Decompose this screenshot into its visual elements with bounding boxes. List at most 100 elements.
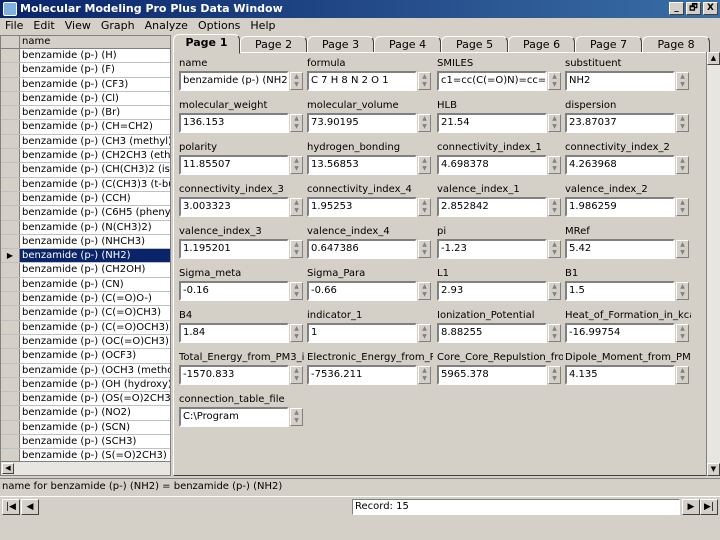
menu-help[interactable]: Help xyxy=(245,18,280,34)
dispersion-field[interactable]: 23.87037 xyxy=(565,113,675,133)
spin-down-icon[interactable]: ▼ xyxy=(677,165,688,173)
close-button[interactable]: X xyxy=(703,2,718,15)
connectivity-index-3-spinner[interactable]: ▲ ▼ xyxy=(290,198,303,216)
valence-index-1-field[interactable]: 2.852842 xyxy=(437,197,547,217)
spin-up-icon[interactable]: ▲ xyxy=(419,199,430,207)
spin-up-icon[interactable]: ▲ xyxy=(677,241,688,249)
table-row[interactable]: benzamide (p-) (OC(=O)CH3) xyxy=(1,334,170,350)
row-name-cell[interactable]: benzamide (p-) (Br) xyxy=(20,106,170,119)
table-row[interactable]: benzamide (p-) (NHCH3) xyxy=(1,234,170,250)
spin-up-icon[interactable]: ▲ xyxy=(677,367,688,375)
valence-index-3-spinner[interactable]: ▲ ▼ xyxy=(290,240,303,258)
valence-index-2-spinner[interactable]: ▲ ▼ xyxy=(676,198,689,216)
menu-view[interactable]: View xyxy=(60,18,96,34)
row-indicator[interactable] xyxy=(1,420,20,435)
spin-up-icon[interactable]: ▲ xyxy=(291,241,302,249)
table-row[interactable]: benzamide (p-) (NO2) xyxy=(1,406,170,421)
sigma-meta-spinner[interactable]: ▲ ▼ xyxy=(290,282,303,300)
row-indicator[interactable] xyxy=(1,292,20,306)
table-row[interactable]: benzamide (p-) (N(CH3)2) xyxy=(1,220,170,235)
spin-down-icon[interactable]: ▼ xyxy=(549,207,560,215)
row-name-cell[interactable]: benzamide (p-) (OS(=O)2CH3) xyxy=(20,392,170,405)
hydrogen-bonding-field[interactable]: 13.56853 xyxy=(307,155,417,175)
menu-file[interactable]: File xyxy=(0,18,28,34)
table-row[interactable]: benzamide (p-) (CH2CH3 (ethyl)) xyxy=(1,149,170,164)
sigma-para-field[interactable]: -0.66 xyxy=(307,281,417,301)
spin-down-icon[interactable]: ▼ xyxy=(549,81,560,89)
electronic-energy-from-pm3-spinner[interactable]: ▲ ▼ xyxy=(418,366,431,384)
b1-spinner[interactable]: ▲ ▼ xyxy=(676,282,689,300)
l1-field[interactable]: 2.93 xyxy=(437,281,547,301)
spin-up-icon[interactable]: ▲ xyxy=(419,115,430,123)
spin-down-icon[interactable]: ▼ xyxy=(549,291,560,299)
row-name-cell[interactable]: benzamide (p-) (CN) xyxy=(20,278,170,291)
l1-spinner[interactable]: ▲ ▼ xyxy=(548,282,561,300)
row-name-cell[interactable]: benzamide (p-) (Cl) xyxy=(20,92,170,105)
row-indicator[interactable] xyxy=(1,306,20,320)
spin-up-icon[interactable]: ▲ xyxy=(677,157,688,165)
row-indicator[interactable] xyxy=(1,191,20,206)
spin-up-icon[interactable]: ▲ xyxy=(549,199,560,207)
row-name-cell[interactable]: benzamide (p-) (NO2) xyxy=(20,406,170,419)
row-indicator[interactable] xyxy=(1,277,20,292)
table-row[interactable]: benzamide (p-) (CH(CH3)2 (isoprop xyxy=(1,163,170,178)
hydrogen-bonding-spinner[interactable]: ▲ ▼ xyxy=(418,156,431,174)
spin-down-icon[interactable]: ▼ xyxy=(291,417,302,425)
ionization-potential-spinner[interactable]: ▲ ▼ xyxy=(548,324,561,342)
spin-down-icon[interactable]: ▼ xyxy=(549,165,560,173)
row-indicator[interactable] xyxy=(1,377,20,392)
spin-up-icon[interactable]: ▲ xyxy=(677,283,688,291)
spin-down-icon[interactable]: ▼ xyxy=(549,333,560,341)
connectivity-index-1-field[interactable]: 4.698378 xyxy=(437,155,547,175)
spin-up-icon[interactable]: ▲ xyxy=(677,199,688,207)
valence-index-1-spinner[interactable]: ▲ ▼ xyxy=(548,198,561,216)
sigma-meta-field[interactable]: -0.16 xyxy=(179,281,289,301)
table-row[interactable]: benzamide (p-) (SCH3) xyxy=(1,435,170,450)
spin-up-icon[interactable]: ▲ xyxy=(291,157,302,165)
row-name-cell[interactable]: benzamide (p-) (CF3) xyxy=(20,78,170,91)
spin-down-icon[interactable]: ▼ xyxy=(291,81,302,89)
row-indicator[interactable] xyxy=(1,349,20,363)
table-row[interactable]: benzamide (p-) (CH3 (methyl)) xyxy=(1,134,170,150)
spin-up-icon[interactable]: ▲ xyxy=(291,199,302,207)
spin-down-icon[interactable]: ▼ xyxy=(419,249,430,257)
tab-page-2[interactable]: Page 2 xyxy=(240,36,307,53)
connectivity-index-2-spinner[interactable]: ▲ ▼ xyxy=(676,156,689,174)
table-row[interactable]: benzamide (p-) (C(=O)O-) xyxy=(1,292,170,307)
molecular-weight-field[interactable]: 136.153 xyxy=(179,113,289,133)
row-name-cell[interactable]: benzamide (p-) (N(CH3)2) xyxy=(20,221,170,234)
table-row[interactable]: benzamide (p-) (Br) xyxy=(1,106,170,121)
row-name-cell[interactable]: benzamide (p-) (CH2CH3 (ethyl)) xyxy=(20,149,170,162)
valence-index-4-field[interactable]: 0.647386 xyxy=(307,239,417,259)
molecular-weight-spinner[interactable]: ▲ ▼ xyxy=(290,114,303,132)
spin-down-icon[interactable]: ▼ xyxy=(291,375,302,383)
scroll-down-icon[interactable]: ▼ xyxy=(707,463,720,476)
row-name-cell[interactable]: benzamide (p-) (C6H5 (phenyl)) xyxy=(20,206,170,219)
sigma-para-spinner[interactable]: ▲ ▼ xyxy=(418,282,431,300)
substituent-field[interactable]: NH2 xyxy=(565,71,675,91)
spin-down-icon[interactable]: ▼ xyxy=(419,207,430,215)
row-indicator[interactable] xyxy=(1,206,20,220)
spin-up-icon[interactable]: ▲ xyxy=(419,157,430,165)
table-row[interactable]: benzamide (p-) (SCN) xyxy=(1,420,170,436)
spin-down-icon[interactable]: ▼ xyxy=(677,375,688,383)
spin-down-icon[interactable]: ▼ xyxy=(677,249,688,257)
row-name-cell[interactable]: benzamide (p-) (OC(=O)CH3) xyxy=(20,335,170,348)
molecular-volume-spinner[interactable]: ▲ ▼ xyxy=(418,114,431,132)
scroll-left-icon[interactable]: ◀ xyxy=(2,463,14,474)
hlb-field[interactable]: 21.54 xyxy=(437,113,547,133)
dipole-moment-from-pm3-spinner[interactable]: ▲ ▼ xyxy=(676,366,689,384)
connectivity-index-2-field[interactable]: 4.263968 xyxy=(565,155,675,175)
menu-edit[interactable]: Edit xyxy=(28,18,59,34)
row-name-cell[interactable]: benzamide (p-) (H) xyxy=(20,49,170,62)
row-indicator[interactable] xyxy=(1,406,20,420)
tab-page-1[interactable]: Page 1 xyxy=(173,34,240,54)
spin-up-icon[interactable]: ▲ xyxy=(291,325,302,333)
pi-field[interactable]: -1.23 xyxy=(437,239,547,259)
total-energy-from-pm3-in-e-field[interactable]: -1570.833 xyxy=(179,365,289,385)
tab-page-3[interactable]: Page 3 xyxy=(307,36,374,53)
table-row[interactable]: benzamide (p-) (H) xyxy=(1,49,170,64)
connection-table-file-field[interactable]: C:\Program xyxy=(179,407,289,427)
spin-up-icon[interactable]: ▲ xyxy=(291,367,302,375)
row-indicator[interactable] xyxy=(1,91,20,106)
